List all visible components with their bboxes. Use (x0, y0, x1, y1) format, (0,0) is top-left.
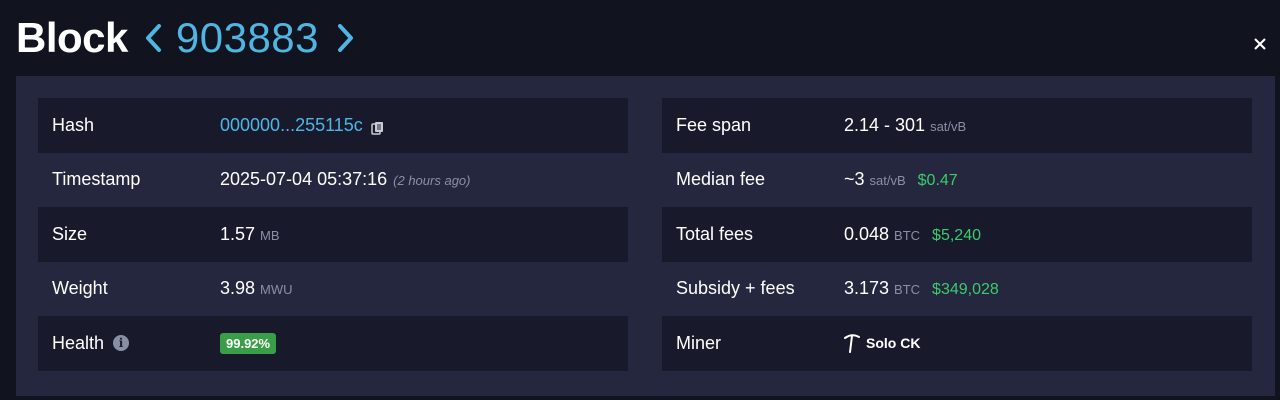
subsidy-fees-unit: BTC (894, 282, 921, 298)
timestamp-value: 2025-07-04 05:37:16 (220, 169, 388, 190)
subsidy-fees-usd: $349,028 (932, 281, 999, 299)
size-value-wrap: 1.57 MB (220, 224, 280, 245)
miner-value-wrap: Solo CK (844, 333, 920, 354)
fee-span-row: Fee span 2.14 - 301 sat/vB (662, 98, 1252, 153)
median-fee-usd: $0.47 (917, 172, 958, 190)
health-badge: 99.92% (220, 332, 277, 354)
weight-unit: MWU (260, 282, 293, 298)
page-header: Block 903883 (16, 10, 359, 66)
median-fee-value-wrap: ~3 sat/vB $0.47 (844, 169, 958, 190)
timestamp-relative: (2 hours ago) (393, 173, 471, 189)
weight-label: Weight (52, 278, 108, 299)
median-fee-row: Median fee ~3 sat/vB $0.47 (662, 153, 1252, 208)
subsidy-fees-row: Subsidy + fees 3.173 BTC $349,028 (662, 262, 1252, 317)
health-label-wrap: Health i (38, 333, 220, 354)
block-page: Block 903883 Hash 000000...255115c Times… (0, 0, 1280, 400)
page-title: Block (16, 14, 128, 61)
subsidy-fees-label: Subsidy + fees (676, 278, 795, 299)
hash-label: Hash (52, 114, 95, 135)
weight-value-wrap: 3.98 MWU (220, 278, 293, 299)
median-fee-value: ~3 (844, 169, 865, 190)
size-value: 1.57 (220, 223, 256, 244)
size-unit: MB (260, 227, 280, 243)
block-details-panel: Hash 000000...255115c Timestamp 2025-07-… (16, 76, 1275, 396)
close-icon[interactable] (1250, 34, 1270, 54)
timestamp-label: Timestamp (52, 169, 141, 190)
chevron-right-icon[interactable] (333, 18, 359, 58)
block-number: 903883 (175, 14, 320, 61)
subsidy-fees-value: 3.173 (844, 278, 890, 299)
miner-link[interactable]: Solo CK (866, 335, 920, 351)
details-left-column: Hash 000000...255115c Timestamp 2025-07-… (38, 98, 628, 371)
timestamp-row: Timestamp 2025-07-04 05:37:16 (2 hours a… (38, 153, 628, 208)
hash-link[interactable]: 000000...255115c (220, 115, 363, 136)
total-fees-unit: BTC (894, 227, 921, 243)
copy-icon[interactable] (371, 119, 384, 135)
median-fee-unit: sat/vB (869, 173, 906, 189)
size-label: Size (52, 223, 88, 244)
fee-span-unit: sat/vB (930, 118, 967, 134)
miner-row: Miner Solo CK (662, 316, 1252, 371)
total-fees-value: 0.048 (844, 223, 890, 244)
fee-span-label: Fee span (676, 114, 752, 135)
total-fees-usd: $5,240 (932, 226, 981, 244)
size-row: Size 1.57 MB (38, 207, 628, 262)
total-fees-row: Total fees 0.048 BTC $5,240 (662, 207, 1252, 262)
details-right-column: Fee span 2.14 - 301 sat/vB Median fee ~3… (662, 98, 1252, 371)
timestamp-value-wrap: 2025-07-04 05:37:16 (2 hours ago) (220, 169, 470, 190)
info-icon[interactable]: i (113, 335, 130, 352)
fee-span-value-wrap: 2.14 - 301 sat/vB (844, 115, 966, 136)
hash-row: Hash 000000...255115c (38, 98, 628, 153)
weight-row: Weight 3.98 MWU (38, 262, 628, 317)
total-fees-value-wrap: 0.048 BTC $5,240 (844, 224, 981, 245)
miner-label: Miner (676, 332, 722, 353)
chevron-left-icon[interactable] (140, 18, 166, 58)
hash-value-wrap: 000000...255115c (220, 115, 384, 136)
total-fees-label: Total fees (676, 223, 754, 244)
health-row: Health i 99.92% (38, 316, 628, 371)
weight-value: 3.98 (220, 278, 256, 299)
health-value-wrap: 99.92% (220, 332, 277, 354)
median-fee-label: Median fee (676, 169, 766, 190)
subsidy-fees-value-wrap: 3.173 BTC $349,028 (844, 278, 999, 299)
pickaxe-icon (844, 333, 860, 354)
fee-span-value: 2.14 - 301 (844, 114, 926, 135)
health-label: Health (52, 332, 105, 353)
